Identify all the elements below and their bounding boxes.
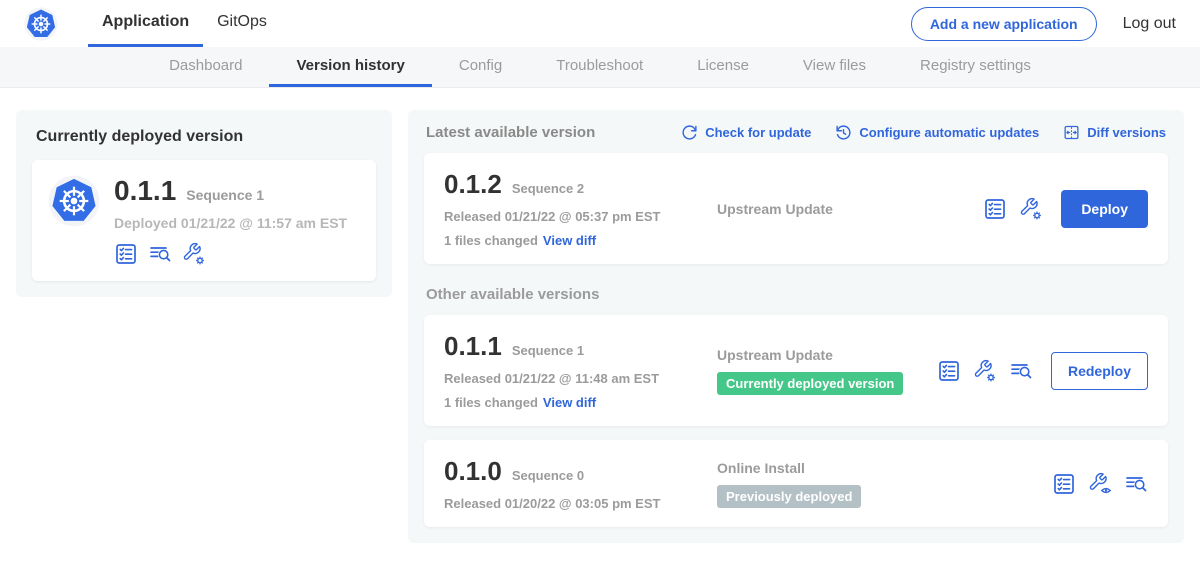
refresh-icon (681, 124, 698, 141)
version-sequence: Sequence 1 (512, 343, 584, 358)
currently-deployed-title: Currently deployed version (36, 128, 376, 146)
app-logo-small[interactable] (24, 0, 58, 47)
version-released-date: Released 01/21/22 @ 05:37 pm EST (444, 209, 709, 224)
version-sequence: Sequence 2 (512, 181, 584, 196)
subnav-troubleshoot[interactable]: Troubleshoot (529, 47, 670, 87)
version-source: Upstream Update (717, 347, 937, 363)
app-subnav: Dashboard Version history Config Trouble… (0, 47, 1200, 88)
version-source: Upstream Update (717, 201, 983, 217)
preflight-checks-icon[interactable] (937, 359, 961, 383)
current-version-number: 0.1.1 (114, 175, 176, 207)
version-source: Online Install (717, 460, 1052, 476)
diff-icon (1063, 124, 1080, 141)
schedule-update-icon (835, 124, 852, 141)
view-diff-link[interactable]: View diff (543, 233, 596, 248)
subnav-view-files[interactable]: View files (776, 47, 893, 87)
edit-config-icon[interactable] (182, 242, 206, 266)
subnav-dashboard[interactable]: Dashboard (142, 47, 269, 87)
view-config-icon[interactable] (1088, 472, 1112, 496)
subnav-registry-settings[interactable]: Registry settings (893, 47, 1058, 87)
deploy-button[interactable]: Deploy (1061, 190, 1148, 228)
kubernetes-helm-icon (24, 7, 58, 41)
tab-gitops[interactable]: GitOps (203, 0, 281, 47)
preflight-checks-icon[interactable] (983, 197, 1007, 221)
redeploy-button[interactable]: Redeploy (1051, 352, 1148, 390)
edit-config-icon[interactable] (973, 359, 997, 383)
view-diff-link[interactable]: View diff (543, 395, 596, 410)
version-number: 0.1.2 (444, 169, 502, 200)
version-released-date: Released 01/21/22 @ 11:48 am EST (444, 371, 709, 386)
other-available-versions-title: Other available versions (426, 286, 1166, 303)
preflight-checks-icon[interactable] (1052, 472, 1076, 496)
check-for-update-link[interactable]: Check for update (681, 124, 811, 141)
deploy-logs-icon[interactable] (1009, 359, 1033, 383)
logout-button[interactable]: Log out (1123, 15, 1176, 33)
tab-application[interactable]: Application (88, 0, 203, 47)
files-changed-label: 1 files changed (444, 395, 538, 410)
subnav-config[interactable]: Config (432, 47, 529, 87)
version-number: 0.1.0 (444, 456, 502, 487)
preflight-checks-icon[interactable] (114, 242, 138, 266)
diff-versions-label: Diff versions (1087, 125, 1166, 140)
configure-automatic-updates-label: Configure automatic updates (859, 125, 1039, 140)
subnav-license[interactable]: License (670, 47, 776, 87)
deploy-logs-icon[interactable] (1124, 472, 1148, 496)
configure-automatic-updates-link[interactable]: Configure automatic updates (835, 124, 1039, 141)
subnav-version-history[interactable]: Version history (269, 47, 431, 87)
check-for-update-label: Check for update (705, 125, 811, 140)
version-row-0-1-2: 0.1.2 Sequence 2 Released 01/21/22 @ 05:… (424, 153, 1168, 264)
version-released-date: Released 01/20/22 @ 03:05 pm EST (444, 496, 709, 511)
version-number: 0.1.1 (444, 331, 502, 362)
version-row-0-1-1: 0.1.1 Sequence 1 Released 01/21/22 @ 11:… (424, 315, 1168, 426)
currently-deployed-card: Currently deployed version 0.1.1 Sequenc… (16, 110, 392, 297)
version-sequence: Sequence 0 (512, 468, 584, 483)
diff-versions-link[interactable]: Diff versions (1063, 124, 1166, 141)
current-version-sequence: Sequence 1 (186, 187, 264, 203)
version-history-panel: Latest available version Check for updat… (408, 110, 1184, 543)
top-header: Application GitOps Add a new application… (0, 0, 1200, 47)
edit-config-icon[interactable] (1019, 197, 1043, 221)
version-row-0-1-0: 0.1.0 Sequence 0 Released 01/20/22 @ 03:… (424, 440, 1168, 527)
kubernetes-app-icon (48, 175, 100, 227)
previously-deployed-badge: Previously deployed (717, 485, 861, 508)
currently-deployed-version-box: 0.1.1 Sequence 1 Deployed 01/21/22 @ 11:… (32, 160, 376, 281)
currently-deployed-info: 0.1.1 Sequence 1 Deployed 01/21/22 @ 11:… (114, 175, 347, 266)
add-new-application-button[interactable]: Add a new application (911, 7, 1097, 41)
latest-available-title: Latest available version (426, 124, 595, 141)
deploy-logs-icon[interactable] (148, 242, 172, 266)
main-content: Currently deployed version 0.1.1 Sequenc… (0, 88, 1200, 564)
header-tabs: Application GitOps (88, 0, 281, 47)
files-changed-label: 1 files changed (444, 233, 538, 248)
currently-deployed-badge: Currently deployed version (717, 372, 903, 395)
header-spacer (281, 0, 911, 47)
current-version-deployed-date: Deployed 01/21/22 @ 11:57 am EST (114, 215, 347, 231)
